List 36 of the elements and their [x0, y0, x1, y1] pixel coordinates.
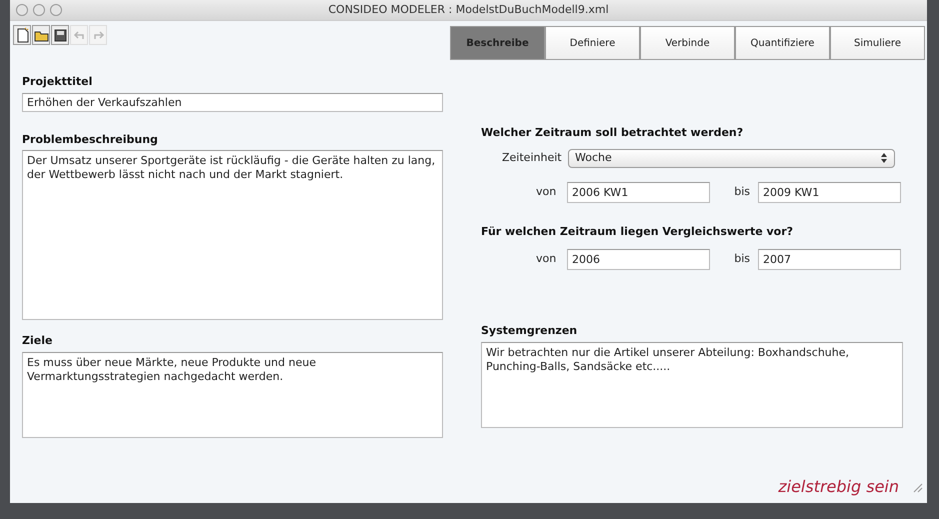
field-label: Projekttitel — [22, 74, 94, 90]
input-field[interactable]: 2009 KW1 — [758, 182, 901, 202]
field-label: von — [536, 251, 558, 268]
field-label: Zeiteinheit — [502, 150, 563, 166]
input-field[interactable]: 2007 — [758, 249, 901, 270]
window-control-icon[interactable] — [16, 4, 28, 16]
window-title: CONSIDEO MODELER : ModelstDuBuchModell9.xml — [328, 2, 609, 18]
caption: zielstrebig sein — [778, 476, 899, 498]
floppy-disk-button[interactable] — [51, 25, 69, 45]
tab[interactable]: Definiere — [545, 26, 640, 60]
section-heading: Welcher Zeitraum soll betrachtet werden? — [481, 125, 744, 141]
field-label: Ziele — [22, 333, 54, 349]
dropdown[interactable]: Woche — [568, 148, 895, 168]
tab[interactable]: Beschreibe — [450, 26, 545, 60]
input-field[interactable]: 2006 KW1 — [567, 182, 710, 202]
window-control-icon[interactable] — [33, 4, 45, 16]
section-heading: Für welchen Zeitraum liegen Vergleichswerte vor? — [481, 224, 794, 240]
text-area[interactable]: Der Umsatz unserer Sportgeräte ist rückläufig - die Geräte halten zu lang, der Wettbewerb lässt nicht nach und der Markt stagniert. — [22, 150, 443, 320]
dropdown-value: Woche — [575, 150, 612, 166]
field-label: bis — [733, 184, 751, 200]
new-document-button[interactable] — [13, 25, 31, 45]
text-area[interactable]: Wir betrachten nur die Artikel unserer Abteilung: Boxhandschuhe, Punching-Balls, Sandsäcke etc..... — [481, 342, 903, 428]
text-area[interactable]: Es muss über neue Märkte, neue Produkte und neue Vermarktungsstrategien nachgedacht werden. — [22, 352, 443, 438]
field-label: bis — [733, 251, 751, 268]
folder-button[interactable] — [32, 25, 50, 45]
field-label: von — [536, 184, 558, 200]
window-control-icon[interactable] — [50, 4, 62, 16]
tab[interactable]: Verbinde — [640, 26, 735, 60]
tab[interactable]: Simuliere — [830, 26, 925, 60]
stepper-arrows-icon — [880, 152, 888, 164]
field-label: Problembeschreibung — [22, 132, 159, 148]
field-label: Systemgrenzen — [481, 323, 578, 339]
resize-grip-icon[interactable] — [911, 481, 923, 493]
input-field[interactable]: 2006 — [567, 249, 710, 270]
tab[interactable]: Quantifiziere — [735, 26, 830, 60]
input-field[interactable]: Erhöhen der Verkaufszahlen — [22, 92, 443, 112]
